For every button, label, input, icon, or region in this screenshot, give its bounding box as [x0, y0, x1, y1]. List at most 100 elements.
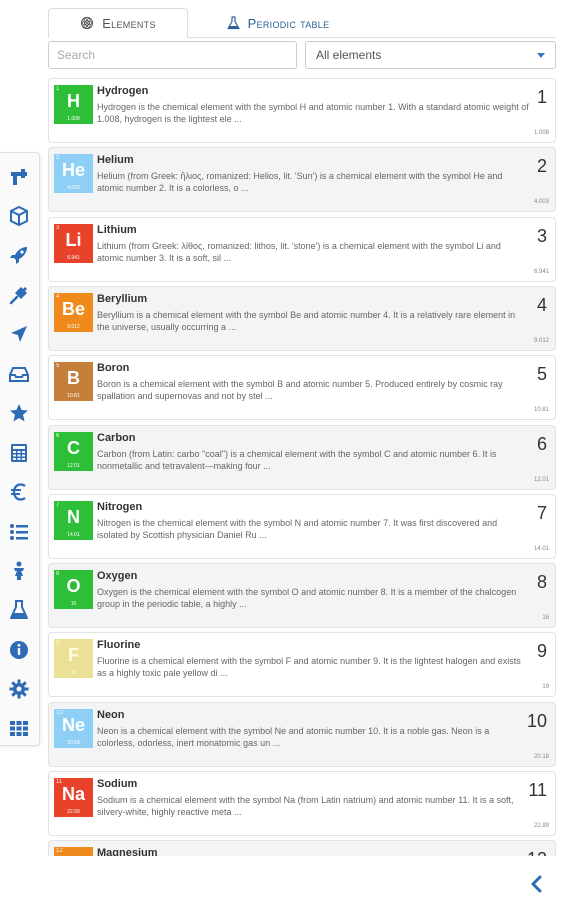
element-list: 1 H 1.008 Hydrogen Hydrogen is the chemical … — [48, 78, 556, 856]
element-symbol: Li — [65, 230, 82, 250]
flask-icon[interactable] — [7, 598, 31, 622]
element-card-oxygen[interactable]: 8 O 16 Oxygen Oxygen is the chemical element… — [48, 563, 556, 628]
euro-icon[interactable] — [7, 480, 31, 504]
element-name: Boron — [97, 362, 130, 374]
atomic-number: 1 — [536, 87, 547, 107]
gear-icon[interactable] — [7, 677, 31, 701]
element-description: Hydrogen is the chemical element with th… — [97, 102, 529, 124]
element-card-boron[interactable]: 5 B 10.81 Boron Boron is a chemical element … — [48, 355, 556, 420]
element-symbol: He — [61, 160, 85, 180]
element-symbol-tile: 7 N 14.01 — [54, 501, 93, 540]
atomic-number: 9 — [536, 641, 547, 661]
flask-icon — [226, 16, 240, 30]
tab-periodic-table-label: Periodic table — [247, 15, 330, 31]
tab-elements-label: Elements — [102, 15, 156, 31]
element-name: Helium — [97, 154, 134, 166]
cube-icon[interactable] — [7, 204, 31, 228]
tile-atomic-weight: 22.99 — [67, 809, 80, 815]
element-symbol-tile: 5 B 10.81 — [54, 362, 93, 401]
tab-periodic-table[interactable]: Periodic table — [208, 8, 348, 38]
element-name: Oxygen — [97, 570, 138, 582]
search-input[interactable] — [48, 41, 297, 69]
element-symbol: Mg — [54, 853, 93, 856]
element-description: Sodium is a chemical element with the sy… — [97, 795, 514, 817]
element-description: Boron is a chemical element with the sym… — [97, 379, 503, 401]
element-symbol-tile: 11 Na 22.99 — [54, 778, 93, 817]
plug-icon[interactable] — [7, 283, 31, 307]
atomic-number: 4 — [536, 295, 547, 315]
unit-converter-icon[interactable] — [7, 165, 31, 189]
tab-bar: Elements Periodic table — [48, 8, 556, 38]
grid-icon[interactable] — [7, 716, 31, 740]
element-card-carbon[interactable]: 6 C 12.01 Carbon Carbon (from Latin: carbo "… — [48, 425, 556, 490]
element-symbol-tile: 12Mg24.31 — [54, 847, 93, 856]
atomic-weight: 14.01 — [533, 546, 549, 552]
element-symbol: F — [68, 645, 79, 665]
element-description: Helium (from Greek: ἥλιος, romanized: He… — [97, 171, 503, 193]
atomic-weight: 19 — [542, 684, 549, 690]
back-chevron-icon[interactable] — [526, 874, 546, 894]
element-name: Magnesium — [97, 847, 158, 856]
atomic-weight: 12.01 — [533, 477, 549, 483]
element-card-helium[interactable]: 2 He 4.003 Helium Helium (from Greek: ἥλιος,… — [48, 147, 556, 212]
tile-atomic-weight: 1.008 — [67, 116, 80, 122]
element-symbol-tile: 3 Li 6.941 — [54, 224, 93, 263]
element-symbol-tile: 1 H 1.008 — [54, 85, 93, 124]
rocket-icon[interactable] — [7, 243, 31, 267]
tile-atomic-weight: 14.01 — [67, 532, 80, 538]
tile-atomic-weight: 6.941 — [67, 255, 80, 261]
element-card-beryllium[interactable]: 4 Be 9.012 Beryllium Beryllium is a chemical… — [48, 286, 556, 351]
element-description: Beryllium is a chemical element with the… — [97, 310, 516, 332]
element-filter-select[interactable]: All elements — [305, 41, 556, 69]
element-symbol: B — [67, 368, 80, 388]
element-description: Fluorine is a chemical element with the … — [97, 656, 521, 678]
tile-atomic-weight: 16 — [70, 601, 77, 607]
element-card-fluorine[interactable]: 9 F 19 Fluorine Fluorine is a chemical eleme… — [48, 632, 556, 697]
element-card-nitrogen[interactable]: 7 N 14.01 Nitrogen Nitrogen is the chemical … — [48, 494, 556, 559]
star-icon[interactable] — [7, 401, 31, 425]
element-description: Carbon (from Latin: carbo "coal") is a c… — [97, 449, 497, 471]
atom-icon — [80, 16, 94, 30]
element-card-sodium[interactable]: 11 Na 22.99 Sodium Sodium is a chemical elem… — [48, 771, 556, 836]
element-description: Nitrogen is the chemical element with th… — [97, 518, 498, 540]
element-symbol-tile: 8 O 16 — [54, 570, 93, 609]
element-symbol: N — [67, 507, 80, 527]
atomic-weight: 22.99 — [533, 823, 549, 829]
tile-atomic-weight: 20.18 — [67, 740, 80, 746]
filter-selected-value: All elements — [316, 48, 382, 62]
inbox-icon[interactable] — [7, 362, 31, 386]
app-screen: Elements Periodic table All elements 1 H 1… — [0, 0, 563, 900]
side-toolbar — [0, 152, 40, 746]
element-symbol: O — [66, 576, 81, 596]
element-symbol: H — [67, 91, 80, 111]
element-card-magnesium[interactable]: 12Mg24.31Magnesium1224.31 — [48, 840, 556, 856]
atomic-number: 8 — [536, 572, 547, 592]
element-symbol-tile: 4 Be 9.012 — [54, 293, 93, 332]
element-card-neon[interactable]: 10 Ne 20.18 Neon Neon is a chemical element … — [48, 702, 556, 767]
element-name: Nitrogen — [97, 501, 143, 513]
atomic-number: 5 — [536, 364, 547, 384]
tab-elements[interactable]: Elements — [48, 8, 188, 38]
element-name: Sodium — [97, 778, 138, 790]
atomic-weight: 20.18 — [533, 754, 549, 760]
chevron-down-icon — [537, 52, 545, 58]
person-icon[interactable] — [7, 559, 31, 583]
element-description: Neon is a chemical element with the symb… — [97, 726, 490, 748]
element-symbol: Ne — [61, 715, 85, 735]
element-name: Beryllium — [97, 293, 148, 305]
element-name: Fluorine — [97, 639, 141, 651]
element-card-hydrogen[interactable]: 1 H 1.008 Hydrogen Hydrogen is the chemical … — [48, 78, 556, 143]
location-arrow-icon[interactable] — [7, 322, 31, 346]
element-card-lithium[interactable]: 3 Li 6.941 Lithium Lithium (from Greek: λίθο… — [48, 217, 556, 282]
atomic-number: 12 — [527, 849, 547, 856]
info-icon[interactable] — [7, 638, 31, 662]
element-description: Lithium (from Greek: λίθος, romanized: l… — [97, 241, 501, 263]
atomic-number: 6 — [536, 434, 547, 454]
tile-atomic-weight: 19 — [70, 670, 77, 676]
atomic-number: 2 — [536, 156, 547, 176]
atomic-number: 7 — [536, 503, 547, 523]
calculator-icon[interactable] — [7, 441, 31, 465]
tile-atomic-weight: 10.81 — [67, 393, 80, 399]
element-symbol-tile: 2 He 4.003 — [54, 154, 93, 193]
list-icon[interactable] — [7, 520, 31, 544]
